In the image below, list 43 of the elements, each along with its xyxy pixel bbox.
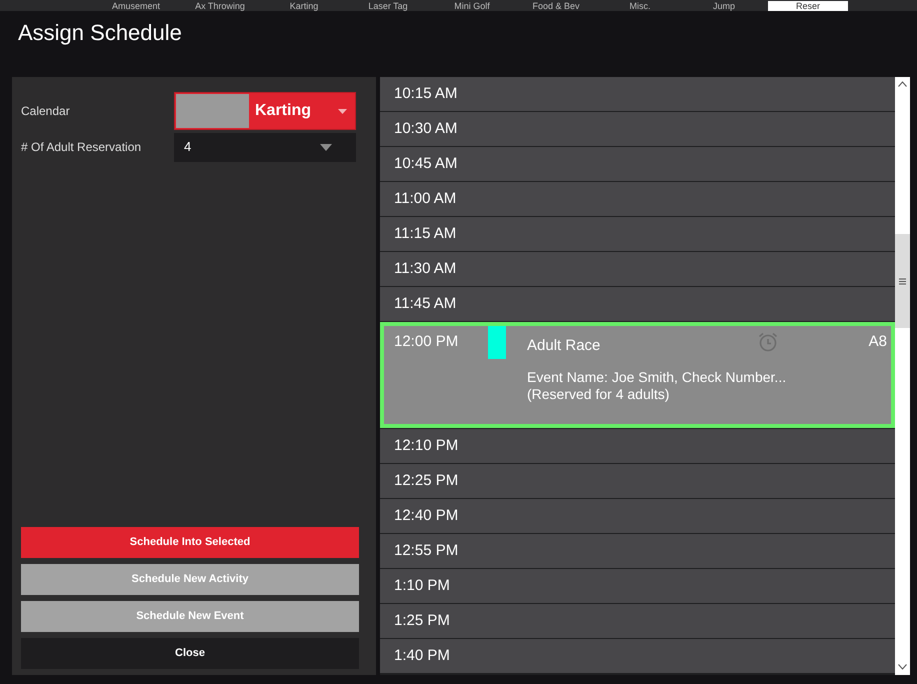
background-tab[interactable]: Reser (768, 1, 848, 11)
time-slot[interactable]: 12:25 PM (380, 464, 895, 498)
time-slot[interactable]: 1:10 PM (380, 569, 895, 603)
background-tab[interactable]: Karting (264, 1, 344, 11)
calendar-dropdown[interactable]: Karting (174, 92, 356, 130)
caret-icon (320, 144, 332, 150)
time-slot[interactable]: 10:45 AM (380, 147, 895, 181)
scrollbar[interactable] (895, 77, 910, 675)
background-tab[interactable]: Laser Tag (348, 1, 428, 11)
time-slot[interactable]: 1:25 PM (380, 604, 895, 638)
time-slot[interactable]: 12:40 PM (380, 499, 895, 533)
background-tab[interactable]: Amusement (96, 1, 176, 11)
background-tab[interactable]: Mini Golf (432, 1, 512, 11)
scroll-up-icon[interactable] (898, 81, 907, 87)
time-slot[interactable]: 11:45 AM (380, 287, 895, 321)
background-tab[interactable]: Ax Throwing (180, 1, 260, 11)
background-tab[interactable]: Food & Bev (516, 1, 596, 11)
background-tab[interactable]: Jump (684, 1, 764, 11)
caret-icon (338, 108, 347, 114)
time-slot[interactable]: 1:40 PM (380, 639, 895, 673)
time-slot[interactable]: 10:30 AM (380, 112, 895, 146)
time-slot[interactable]: 11:00 AM (380, 182, 895, 216)
event-details: Event Name: Joe Smith, Check Number... (527, 368, 788, 386)
event-time: 12:00 PM (394, 332, 460, 349)
field-label: Calendar (21, 103, 71, 120)
background-tab[interactable]: Misc. (600, 1, 680, 11)
scrollbar-thumb[interactable] (895, 234, 910, 328)
time-slot[interactable]: 11:15 AM (380, 217, 895, 251)
alarm-clock-icon (757, 331, 779, 353)
action-button[interactable]: Close (21, 638, 359, 669)
number-field[interactable]: 4 (174, 132, 356, 162)
time-slot[interactable]: 12:10 PM (380, 429, 895, 463)
time-slot[interactable]: 12:55 PM (380, 534, 895, 568)
scroll-down-icon[interactable] (898, 664, 907, 670)
event-title: Adult Race (527, 336, 602, 356)
field-label: # Of Adult Reservation (21, 139, 142, 156)
event-details: (Reserved for 4 adults) (527, 386, 670, 402)
time-slot[interactable]: 10:15 AM (380, 77, 895, 111)
window-title: Assign Schedule (18, 19, 182, 47)
time-slot[interactable]: 11:30 AM (380, 252, 895, 286)
grip-icon (899, 278, 906, 284)
action-button[interactable]: Schedule Into Selected (21, 527, 359, 558)
event-code: A8 (868, 332, 887, 352)
